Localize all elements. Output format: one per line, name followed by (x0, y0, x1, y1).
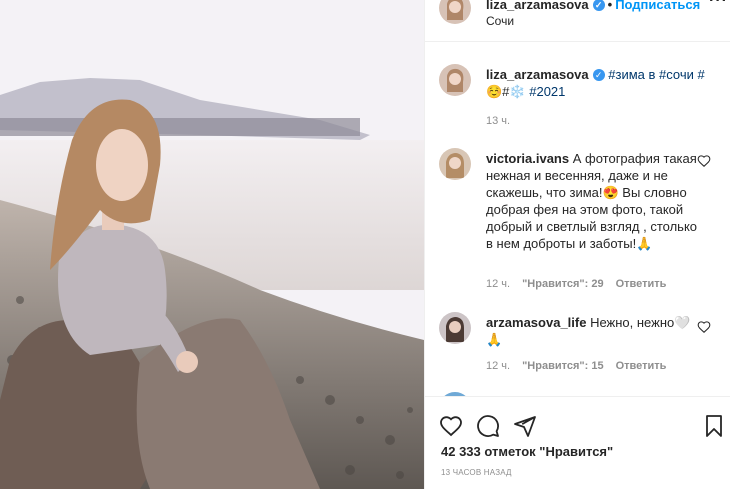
verified-badge-icon: ✓ (592, 0, 605, 11)
post-actions: 42 333 отметок "Нравится" 13 часов назад (425, 396, 730, 489)
comment-body: victoria.ivans А фотография такая нежная… (486, 150, 698, 252)
caption-time[interactable]: 13 ч. (486, 115, 510, 127)
hashtag-2021[interactable]: #2021 (529, 84, 565, 99)
heart-icon[interactable] (439, 414, 463, 438)
comment-username[interactable]: victoria.ivans (486, 151, 569, 166)
caption: liza_arzamasova ✓ #зима в #сочи # ☺️#❄️ #… (486, 66, 716, 100)
post-time[interactable]: 13 часов назад (441, 468, 512, 477)
location-link[interactable]: Сочи (486, 14, 514, 28)
comment-avatar[interactable] (439, 312, 471, 344)
comment-like-heart-icon[interactable] (697, 320, 711, 334)
post-sidebar: liza_arzamasova ✓ • Подписаться Сочи ··· li… (424, 0, 730, 489)
author-username[interactable]: liza_arzamasova (486, 0, 589, 12)
follow-button[interactable]: Подписаться (615, 0, 700, 12)
comment-avatar[interactable] (439, 148, 471, 180)
separator-dot: • (607, 0, 613, 12)
comment-icon[interactable] (476, 414, 500, 438)
comment-username[interactable]: arzamasova_life (486, 315, 586, 330)
photo-image (0, 0, 424, 489)
comment-time[interactable]: 12 ч. (486, 278, 510, 290)
more-options-icon[interactable]: ··· (709, 0, 728, 10)
caption-meta: 13 ч. (486, 115, 522, 127)
comment-likes[interactable]: "Нравится": 29 (522, 278, 603, 290)
share-icon[interactable] (513, 414, 537, 438)
comment-text: А фотография такая нежная и весенняя, да… (486, 151, 698, 251)
comment-meta: 12 ч. "Нравится": 15 Ответить (486, 360, 678, 372)
caption-hashtags[interactable]: #зима в #сочи # (608, 67, 704, 82)
comments-list[interactable]: liza_arzamasova ✓ #зима в #сочи # ☺️#❄️ #… (425, 42, 730, 396)
comment-like-heart-icon[interactable] (697, 154, 711, 168)
comment-body: arzamasova_life Нежно, нежно🤍 🙏 (486, 314, 698, 348)
post-photo[interactable] (0, 0, 424, 489)
caption-emoji: ☺️#❄️ (486, 84, 526, 99)
comment-time[interactable]: 12 ч. (486, 360, 510, 372)
post-header: liza_arzamasova ✓ • Подписаться Сочи ··· (425, 0, 730, 42)
caption-avatar[interactable] (439, 64, 471, 96)
header-user-line: liza_arzamasova ✓ • Подписаться (486, 0, 700, 12)
reply-button[interactable]: Ответить (616, 360, 667, 372)
verified-badge-icon: ✓ (592, 69, 605, 81)
bookmark-icon[interactable] (702, 414, 726, 438)
comment-meta: 12 ч. "Нравится": 29 Ответить (486, 278, 678, 290)
author-avatar[interactable] (439, 0, 471, 24)
comment-likes[interactable]: "Нравится": 15 (522, 360, 603, 372)
reply-button[interactable]: Ответить (616, 278, 667, 290)
likes-count[interactable]: 42 333 отметок "Нравится" (441, 444, 613, 459)
caption-username[interactable]: liza_arzamasova (486, 67, 589, 82)
